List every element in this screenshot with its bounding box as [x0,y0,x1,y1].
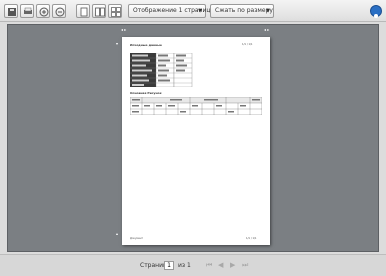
single-page-button[interactable] [76,4,90,18]
last-page-icon[interactable]: ⏭ [242,261,248,270]
zoom-out-icon [55,7,65,17]
chevron-down-icon: ▼ [198,8,202,14]
print-icon [24,7,32,14]
zoom-in-button[interactable] [36,4,50,18]
save-button[interactable] [4,4,18,18]
save-icon [8,8,16,16]
data-table-1 [130,53,193,87]
two-page-button[interactable] [92,4,106,18]
document-page: Исходные данные 1/1 / 1/1 Основная Рисун… [122,37,270,245]
view-mode-label: Отображение 1 страницы [133,7,216,14]
help-button[interactable] [370,5,382,18]
data-table-2 [130,97,262,115]
first-page-icon[interactable]: ⏮ [206,261,212,270]
single-page-icon [80,7,88,17]
page-side-marker: ▾ [116,41,119,46]
zoom-in-icon [39,7,49,17]
page-footer-left: Документ [130,237,143,240]
page-navigation-bar: Страница 1 из 1 ⏮ ◀ ▶ ⏭ [0,254,386,276]
page-header-right: 1/1 / 1/1 [242,43,253,46]
zoom-select[interactable]: Сжать по размеру ▼ [210,4,274,18]
page-top-marker: ◂ ▸ [264,27,270,32]
help-icon [374,14,378,18]
view-mode-select[interactable]: Отображение 1 страницы ▼ [128,4,215,18]
two-page-icon [95,7,105,17]
zoom-label: Сжать по размеру [215,7,273,14]
page-footer-right: 1/1 / 1/1 [246,237,257,240]
page-count-label: из 1 [178,262,191,269]
section2-heading: Основная Рисунок [130,91,162,95]
document-viewport[interactable]: ◂ ▸ ◂ ▸ ▾ ▴ Исходные данные 1/1 / 1/1 Ос… [7,24,379,252]
page-side-marker: ▴ [116,231,119,236]
next-page-icon[interactable]: ▶ [230,261,235,269]
multi-page-icon [111,7,121,17]
previous-page-icon[interactable]: ◀ [218,261,223,269]
page-number-input[interactable]: 1 [164,261,174,270]
multi-page-button[interactable] [108,4,122,18]
zoom-out-button[interactable] [52,4,66,18]
page-heading: Исходные данные [130,43,162,47]
document-viewer-window: Отображение 1 страницы ▼ Сжать по размер… [0,0,386,276]
print-button[interactable] [20,4,34,18]
page-top-marker: ◂ ▸ [121,27,127,32]
chevron-down-icon: ▼ [266,8,270,14]
toolbar: Отображение 1 страницы ▼ Сжать по размер… [0,0,386,22]
